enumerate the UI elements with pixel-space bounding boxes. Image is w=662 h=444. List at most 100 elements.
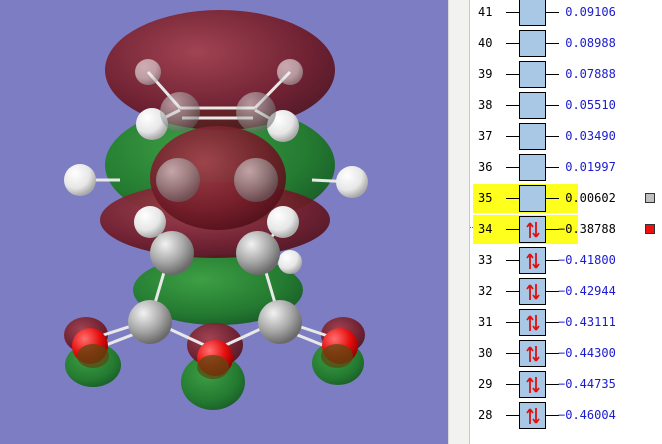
orbital-box[interactable] [519,92,546,119]
hydrogen-atom [134,206,166,238]
orbital-energy: 0.05510 [558,98,616,112]
orbital-box[interactable] [519,340,546,367]
orbital-energy: −0.38788 [558,222,616,236]
carbon-atom [160,92,200,132]
level-line [506,74,519,75]
carbon-atom [128,300,172,344]
orbital-number: 38 [478,98,493,112]
orbital-box[interactable] [519,30,546,57]
carbon-atom [156,158,200,202]
orbital-box[interactable] [519,402,546,429]
level-line [506,43,519,44]
orbital-number: 41 [478,5,493,19]
electron-pair-icon [526,222,540,238]
orbital-box[interactable] [519,61,546,88]
hydrogen-atom [336,166,368,198]
orbital-level-35[interactable]: 35 0.00602 [470,184,662,213]
level-line [506,105,519,106]
orbital-box[interactable] [519,247,546,274]
orbital-number: 37 [478,129,493,143]
orbital-energy: 0.08988 [558,36,616,50]
orbital-number: 35 [478,191,493,205]
level-line [506,198,519,199]
level-line [506,415,519,416]
orbital-number: 36 [478,160,493,174]
level-line [506,322,519,323]
orbital-energy: −0.46004 [558,408,616,422]
molecule-viewer[interactable] [0,0,448,444]
hydrogen-atom [64,164,96,196]
orbital-level-29[interactable]: 29 −0.44735 [470,370,662,399]
orbital-box[interactable] [519,371,546,398]
orbital-level-41[interactable]: 41 0.09106 [470,0,662,27]
orbital-energy: 0.07888 [558,67,616,81]
orbital-energy: −0.42944 [558,284,616,298]
electron-pair-icon [526,377,540,393]
hydrogen-atom [278,250,302,274]
orbital-overlap [197,355,229,379]
orbital-energy: −0.41800 [558,253,616,267]
orbital-overlap [321,344,353,368]
orbital-number: 28 [478,408,493,422]
surface-color-marker[interactable] [645,224,655,234]
level-line [506,167,519,168]
orbital-number: 40 [478,36,493,50]
orbital-box[interactable] [519,309,546,336]
carbon-atom [236,231,280,275]
orbital-number: 30 [478,346,493,360]
electron-pair-icon [526,346,540,362]
level-line [506,384,519,385]
orbital-energy: 0.00602 [558,191,616,205]
orbital-level-31[interactable]: 31 −0.43111 [470,308,662,337]
molecular-orbital-render[interactable] [0,0,448,444]
orbital-box[interactable] [519,278,546,305]
orbital-number: 31 [478,315,493,329]
orbital-level-39[interactable]: 39 0.07888 [470,60,662,89]
level-line [506,353,519,354]
panel-divider[interactable] [448,0,470,444]
electron-pair-icon [526,253,540,269]
orbital-level-36[interactable]: 36 0.01997 [470,153,662,182]
orbital-box[interactable] [519,0,546,26]
orbital-level-37[interactable]: 37 0.03490 [470,122,662,151]
orbital-box[interactable] [519,154,546,181]
orbital-energy: −0.43111 [558,315,616,329]
orbital-level-28[interactable]: 28 −0.46004 [470,401,662,430]
orbital-level-30[interactable]: 30 −0.44300 [470,339,662,368]
orbital-number: 32 [478,284,493,298]
hydrogen-atom [277,59,303,85]
level-line [506,12,519,13]
level-line [506,229,519,230]
hydrogen-atom [135,59,161,85]
level-line [506,136,519,137]
carbon-atom [234,158,278,202]
orbital-box[interactable] [519,123,546,150]
electron-pair-icon [526,408,540,424]
electron-pair-icon [526,315,540,331]
level-line [506,291,519,292]
orbital-box[interactable] [519,216,546,243]
energy-level-diagram[interactable]: 41 0.09106 40 0.08988 39 0.07888 38 0.05510… [470,0,662,444]
orbital-energy: −0.44300 [558,346,616,360]
orbital-number: 33 [478,253,493,267]
orbital-box[interactable] [519,185,546,212]
orbital-level-38[interactable]: 38 0.05510 [470,91,662,120]
orbital-level-32[interactable]: 32 −0.42944 [470,277,662,306]
level-line [506,260,519,261]
orbital-overlap [77,344,109,368]
orbital-energy: 0.09106 [558,5,616,19]
orbital-energy: 0.03490 [558,129,616,143]
electron-pair-icon [526,284,540,300]
carbon-atom [150,231,194,275]
orbital-level-40[interactable]: 40 0.08988 [470,29,662,58]
orbital-level-34[interactable]: 34 −0.38788 [470,215,662,244]
orbital-number: 34 [478,222,493,236]
surface-color-marker[interactable] [645,193,655,203]
hydrogen-atom [267,206,299,238]
orbital-energy: 0.01997 [558,160,616,174]
carbon-atom [236,92,276,132]
orbital-number: 39 [478,67,493,81]
orbital-number: 29 [478,377,493,391]
carbon-atom [258,300,302,344]
orbital-level-33[interactable]: 33 −0.41800 [470,246,662,275]
